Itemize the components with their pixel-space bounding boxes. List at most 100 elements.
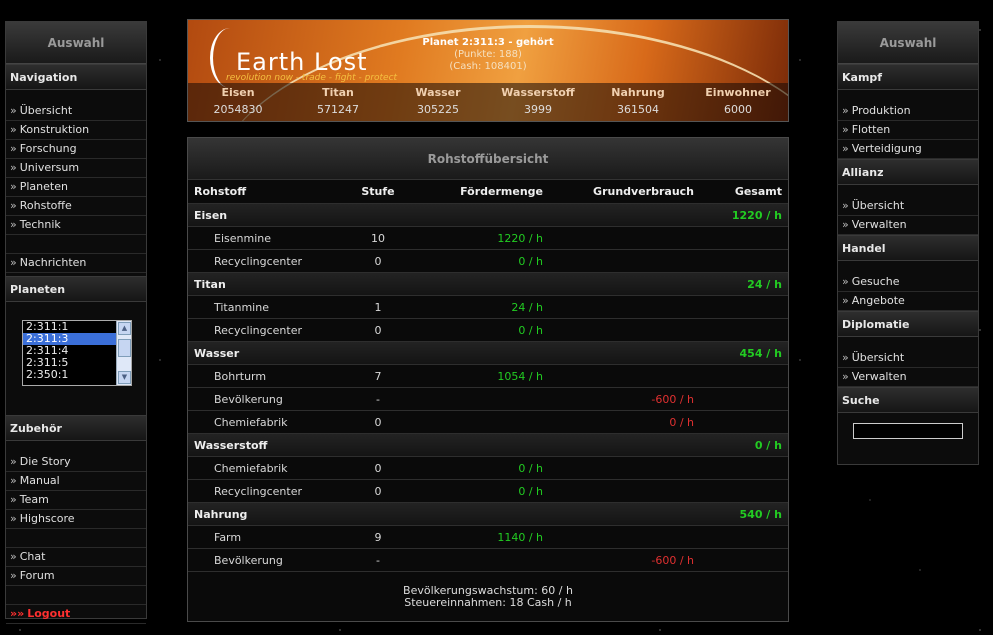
resource-values: 2054830 571247 305225 3999 361504 6000 [188,101,788,118]
sidebar-item-kampf-produktion[interactable]: » Produktion [838,102,978,121]
sidebar-item-allianz-uebersicht[interactable]: » Übersicht [838,197,978,216]
resource-headers: Eisen Titan Wasser Wasserstoff Nahrung Einwoh… [188,84,788,101]
sidebar-item-label: Forschung [19,142,77,155]
header-banner: Earth Lost revolution now - trade - figh… [187,19,789,122]
scroll-down-icon[interactable]: ▼ [118,371,131,384]
planet-selector-box: 2:311:1 2:311:3 2:311:4 2:311:5 2:350:1 ▲ ▼ [6,302,146,412]
building-name: Bevölkerung [214,393,283,406]
cell-empty [548,342,698,364]
base-consumption: -600 / h [651,393,694,406]
table-body: Eisen 1220 / h Eisenmine 10 1220 / h Recyclin… [188,204,788,572]
planet-option[interactable]: 2:350:1 [23,369,116,381]
table-row: Bevölkerung - -600 / h [188,549,788,572]
production-output: 24 / h [511,301,543,314]
resource-total: 454 / h [739,347,782,360]
sidebar-item-allianz-verwalten[interactable]: » Verwalten [838,216,978,235]
cell-empty [548,273,698,295]
brand-tagline: revolution now - trade - fight - protect [226,73,398,83]
sidebar-item-konstruktion[interactable]: » Konstruktion [6,121,146,140]
sidebar-item-planeten[interactable]: » Planeten [6,178,146,197]
sidebar-item-kampf-flotten[interactable]: » Flotten [838,121,978,140]
sidebar-item-label: Technik [19,218,61,231]
sidebar-item-label: Manual [19,474,60,487]
sidebar-item-label: Übersicht [851,199,905,212]
resource-name: Titan [194,278,226,291]
sidebar-item-chat[interactable]: » Chat [6,548,146,567]
arrow-icon: » [10,455,17,468]
production-output [408,411,548,433]
production-output: 0 / h [518,462,543,475]
sidebar-item-rohstoffe[interactable]: » Rohstoffe [6,197,146,216]
cell-empty [698,365,788,387]
double-arrow-icon: »» [10,607,25,620]
base-consumption [548,480,698,502]
logout-link[interactable]: »» Logout [6,605,146,624]
col-header-grundverbrauch: Grundverbrauch [593,185,694,198]
allianz-heading: Allianz [838,159,978,185]
resource-name: Wasser [194,347,240,360]
sidebar-title: Auswahl [838,22,978,64]
sidebar-item-handel-gesuche[interactable]: » Gesuche [838,273,978,292]
resource-total: 24 / h [747,278,782,291]
arrow-icon: » [10,474,17,487]
sidebar-item-technik[interactable]: » Technik [6,216,146,235]
sidebar-item-forum[interactable]: » Forum [6,567,146,586]
base-consumption: -600 / h [651,554,694,567]
cell-empty [548,204,698,226]
planeten-heading: Planeten [6,276,146,302]
search-input[interactable] [853,423,963,439]
cell-empty [348,204,408,226]
arrow-icon: » [10,104,17,117]
sidebar-item-diplomatie-uebersicht[interactable]: » Übersicht [838,349,978,368]
production-output: 0 / h [518,324,543,337]
cell-empty [698,526,788,548]
arrow-icon: » [10,161,17,174]
arrow-icon: » [10,123,17,136]
table-row: Recyclingcenter 0 0 / h [188,319,788,342]
cell-empty [698,250,788,272]
sidebar-item-label: Angebote [851,294,905,307]
sidebar-item-universum[interactable]: » Universum [6,159,146,178]
cell-empty [698,319,788,341]
arrow-icon: » [10,256,17,269]
building-level: 0 [374,416,382,429]
sidebar-item-label: Übersicht [851,351,905,364]
building-level: 0 [374,324,382,337]
planet-listbox[interactable]: 2:311:1 2:311:3 2:311:4 2:311:5 2:350:1 ▲ ▼ [22,320,132,386]
sidebar-item-nachrichten[interactable]: » Nachrichten [6,254,146,273]
sidebar-item-handel-angebote[interactable]: » Angebote [838,292,978,311]
sidebar-item-forschung[interactable]: » Forschung [6,140,146,159]
resource-label-einwohner: Einwohner [705,86,771,99]
resource-name: Eisen [194,209,228,222]
arrow-icon: » [10,493,17,506]
diplomatie-heading: Diplomatie [838,311,978,337]
cell-empty [348,273,408,295]
scrollbar[interactable]: ▲ ▼ [116,321,131,385]
resource-label-nahrung: Nahrung [611,86,665,99]
scroll-up-icon[interactable]: ▲ [118,322,131,335]
sidebar-item-label: Highscore [19,512,75,525]
sidebar-item-manual[interactable]: » Manual [6,472,146,491]
base-consumption [548,319,698,341]
arrow-icon: » [842,199,849,212]
cell-empty [408,204,548,226]
sidebar-item-die-story[interactable]: » Die Story [6,453,146,472]
sidebar-item-team[interactable]: » Team [6,491,146,510]
cell-empty [698,480,788,502]
arrow-icon: » [10,142,17,155]
cell-empty [408,503,548,525]
sidebar-item-diplomatie-verwalten[interactable]: » Verwalten [838,368,978,387]
sidebar-item-label: Übersicht [19,104,73,117]
cell-empty [408,273,548,295]
sidebar-item-kampf-verteidigung[interactable]: » Verteidigung [838,140,978,159]
planet-info: Planet 2:311:3 - gehört (Punkte: 188) (C… [398,37,578,73]
arrow-icon: » [842,351,849,364]
sidebar-item-uebersicht[interactable]: » Übersicht [6,102,146,121]
sidebar-item-highscore[interactable]: » Highscore [6,510,146,529]
col-header-rohstoff: Rohstoff [194,185,247,198]
panel-title: Rohstoffübersicht [188,138,788,180]
building-name: Chemiefabrik [214,416,288,429]
scroll-thumb[interactable] [118,339,131,357]
building-level: 1 [374,301,382,314]
